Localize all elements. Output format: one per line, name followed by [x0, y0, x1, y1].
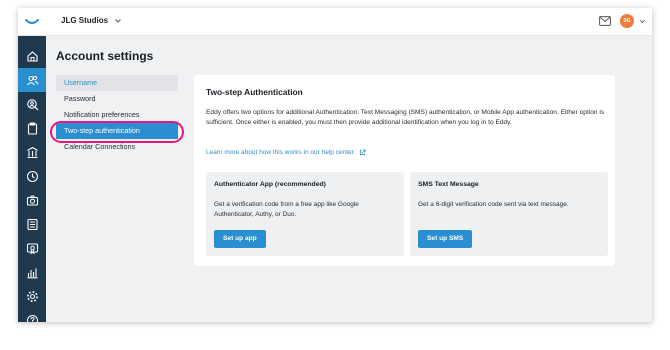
set-up-app-button[interactable]: Set up app	[214, 230, 266, 248]
building-icon[interactable]	[18, 140, 46, 164]
clock-icon[interactable]	[18, 164, 46, 188]
chevron-down-icon[interactable]	[639, 18, 646, 25]
highlight-annotation	[50, 121, 184, 143]
authenticator-app-option: Authenticator App (recommended) Get a ve…	[206, 172, 404, 256]
two-step-card: Two-step Authentication Eddy offers two …	[194, 75, 615, 266]
section-heading: Two-step Authentication	[206, 87, 303, 97]
mail-icon[interactable]	[599, 16, 611, 26]
settings-nav-password[interactable]: Password	[56, 91, 178, 107]
org-name: JLG Studios	[61, 16, 109, 25]
newspaper-icon[interactable]	[18, 212, 46, 236]
org-switcher[interactable]: JLG Studios	[61, 16, 122, 25]
learn-more-link[interactable]: Learn more about how this works in our h…	[206, 149, 366, 156]
settings-nav-username[interactable]: Username	[56, 75, 178, 91]
search-person-icon[interactable]	[18, 92, 46, 116]
section-description: Eddy offers two options for additional A…	[206, 109, 605, 126]
avatar[interactable]: SG	[620, 14, 634, 28]
home-icon[interactable]	[18, 44, 46, 68]
option-text: Get a 6-digit verification code sent via…	[418, 201, 569, 208]
gear-icon[interactable]	[18, 284, 46, 308]
top-bar: JLG Studios SG	[18, 8, 652, 36]
help-icon[interactable]	[18, 308, 46, 322]
sms-option: SMS Text Message Get a 6-digit verificat…	[410, 172, 608, 256]
bar-chart-icon[interactable]	[18, 260, 46, 284]
option-title: SMS Text Message	[418, 181, 479, 188]
page-title: Account settings	[56, 49, 154, 63]
sidebar	[18, 36, 46, 322]
logo-icon	[25, 19, 39, 24]
option-text: Get a verification code from a free app …	[214, 201, 359, 218]
camera-icon[interactable]	[18, 188, 46, 212]
app-logo[interactable]	[18, 8, 46, 36]
people-icon[interactable]	[18, 68, 46, 92]
certificate-icon[interactable]	[18, 236, 46, 260]
set-up-sms-button[interactable]: Set up SMS	[418, 230, 473, 248]
app-window: JLG Studios SG Account settings Username…	[18, 8, 652, 322]
settings-nav: Username Password Notification preferenc…	[56, 75, 178, 155]
clipboard-icon[interactable]	[18, 116, 46, 140]
external-link-icon	[360, 149, 366, 156]
learn-more-label: Learn more about how this works in our h…	[206, 149, 356, 156]
chevron-down-icon	[115, 18, 121, 23]
option-title: Authenticator App (recommended)	[214, 181, 326, 188]
